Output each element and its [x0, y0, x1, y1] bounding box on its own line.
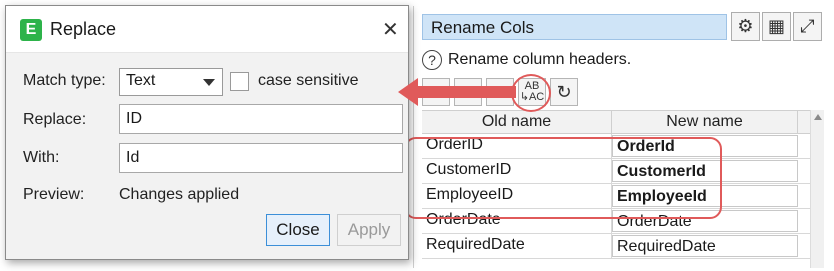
close-button[interactable]: Close [266, 214, 330, 246]
new-name-cell[interactable]: RequiredDate [612, 235, 798, 257]
apply-button[interactable]: Apply [337, 214, 401, 246]
dialog-titlebar: E Replace ✕ [6, 6, 408, 53]
vertical-scrollbar[interactable] [810, 110, 824, 268]
annotation-arrow-icon [398, 78, 516, 106]
replace-dialog: E Replace ✕ Match type: Text case sensit… [5, 5, 409, 260]
table-icon[interactable]: ▦ [762, 12, 791, 41]
column-header-new[interactable]: New name [612, 111, 798, 133]
easydata-icon: E [20, 19, 42, 41]
highlight-replace-button [511, 74, 551, 112]
old-name-cell: RequiredDate [422, 234, 612, 258]
panel-header: Rename Cols [422, 14, 727, 40]
preview-value: Changes applied [119, 186, 240, 203]
with-label: With: [23, 149, 60, 166]
case-sensitive-checkbox[interactable] [230, 72, 249, 91]
help-row: ? Rename column headers. [422, 50, 631, 70]
help-icon[interactable]: ? [422, 50, 442, 70]
help-text: Rename column headers. [448, 51, 632, 68]
highlight-renamed-rows [404, 137, 722, 219]
refresh-icon[interactable]: ↻ [550, 78, 578, 106]
gears-icon[interactable]: ⚙ [731, 12, 760, 41]
with-input[interactable]: Id [119, 143, 403, 173]
replace-input[interactable]: ID [119, 104, 403, 134]
column-header-old[interactable]: Old name [422, 111, 612, 133]
close-icon[interactable]: ✕ [382, 17, 399, 42]
scroll-up-icon[interactable] [814, 114, 822, 120]
match-type-label: Match type: [23, 72, 106, 89]
match-type-value: Text [126, 72, 156, 89]
match-type-select[interactable]: Text [119, 68, 223, 96]
expand-icon[interactable]: ⤢ [793, 12, 822, 41]
grid-header: Old name New name [422, 110, 810, 134]
replace-label: Replace: [23, 111, 87, 128]
dialog-title: Replace [50, 19, 117, 39]
chevron-down-icon [203, 79, 215, 86]
table-row[interactable]: RequiredDate RequiredDate [422, 234, 810, 259]
case-sensitive-label[interactable]: case sensitive [258, 72, 359, 90]
preview-label: Preview: [23, 186, 85, 203]
